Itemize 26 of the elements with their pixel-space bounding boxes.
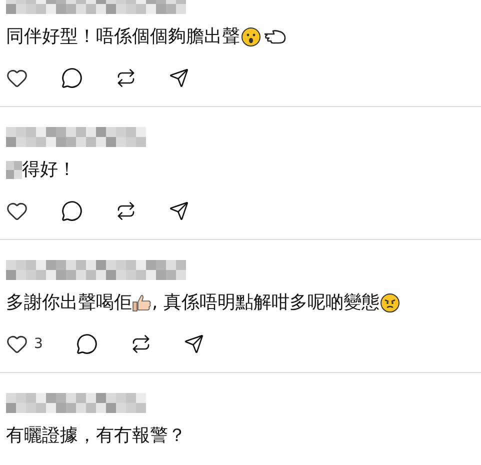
reply-button[interactable] xyxy=(61,200,83,222)
heart-icon xyxy=(6,200,28,222)
comment-text: 有曬證據，有冇報警？ xyxy=(6,424,186,448)
repost-button[interactable] xyxy=(116,201,136,221)
like-button[interactable]: 3 xyxy=(6,333,43,355)
share-button[interactable] xyxy=(169,201,189,221)
repost-button[interactable] xyxy=(116,68,136,88)
reply-button[interactable] xyxy=(76,333,98,355)
comment-text: 得好！ xyxy=(22,158,76,182)
heart-icon xyxy=(6,67,28,89)
share-button[interactable] xyxy=(184,334,204,354)
comment-text: , 真係唔明點解咁多呢啲變態 xyxy=(152,291,380,315)
thumbs-up-icon xyxy=(132,293,152,313)
share-button[interactable] xyxy=(169,68,189,88)
comment-text: 多謝你出聲喝佢 xyxy=(6,291,132,315)
like-button[interactable] xyxy=(6,200,28,222)
like-button[interactable] xyxy=(6,67,28,89)
comment-text: 同伴好型！唔係個個夠膽出聲 xyxy=(6,25,240,49)
pixelated-word-drawing xyxy=(6,161,22,179)
reply-button[interactable] xyxy=(61,67,83,89)
repost-button[interactable] xyxy=(130,334,151,354)
surprised-face-icon xyxy=(241,27,261,47)
heart-icon xyxy=(6,333,28,355)
pointing-hand-icon xyxy=(264,28,286,46)
angry-face-icon xyxy=(380,293,400,313)
like-count: 3 xyxy=(34,334,43,354)
